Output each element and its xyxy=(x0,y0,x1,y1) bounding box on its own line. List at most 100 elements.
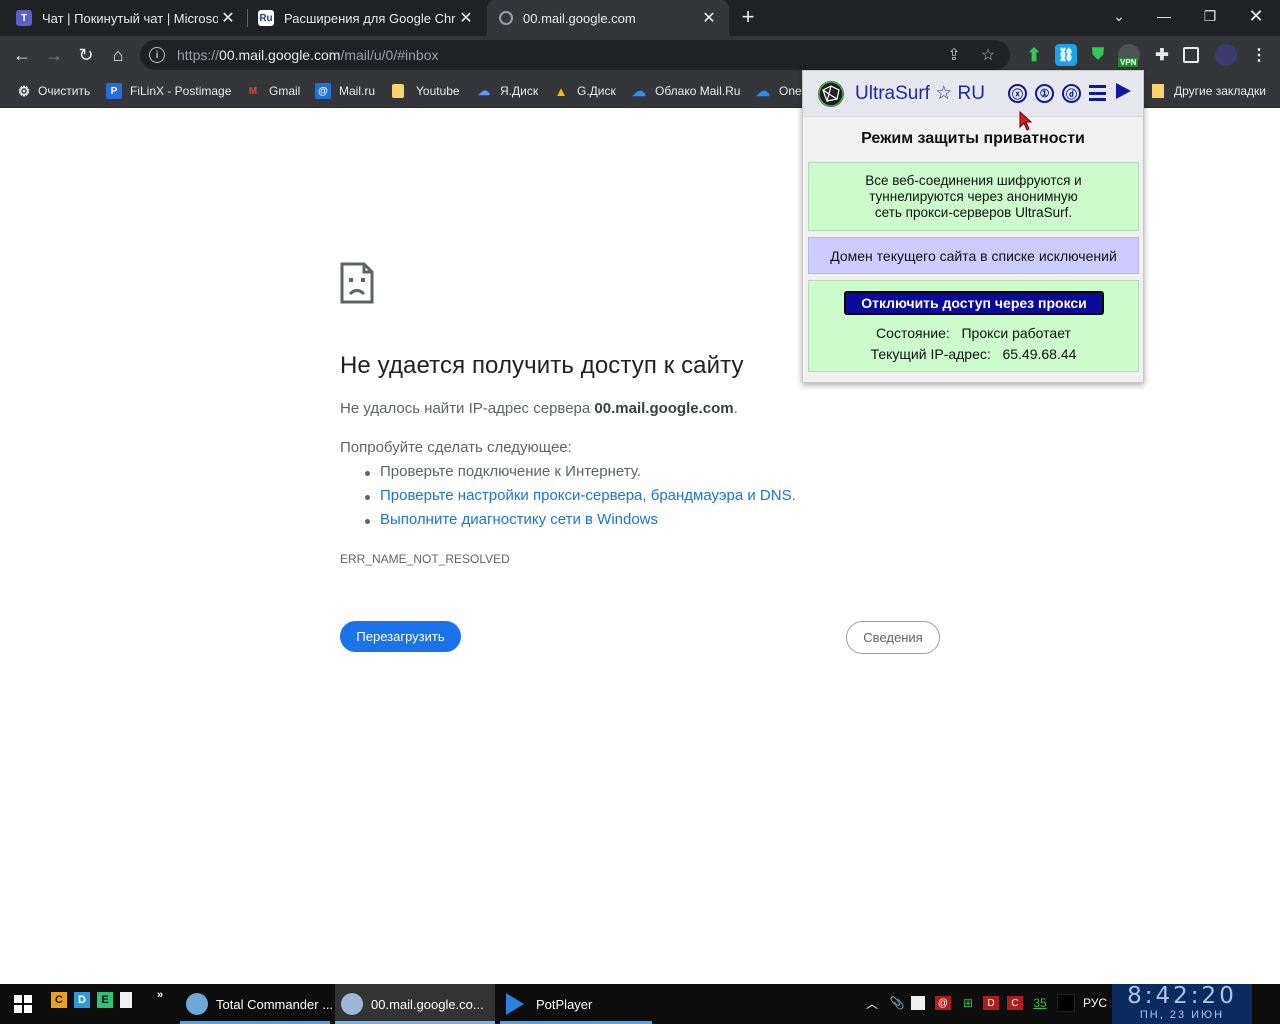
document-icon[interactable] xyxy=(120,992,132,1008)
site-info-icon[interactable]: i xyxy=(149,47,165,63)
details-button[interactable]: Сведения xyxy=(846,621,940,654)
suggestion-run-diagnostics[interactable]: Выполните диагностику сети в Windows xyxy=(365,511,796,535)
clock[interactable]: 8:42:20 ПН, 23 ИЮН xyxy=(1112,983,1252,1024)
windows-start-button[interactable] xyxy=(14,995,32,1013)
side-panel-icon[interactable] xyxy=(1183,47,1199,63)
tray-counter[interactable]: 35 xyxy=(1031,994,1049,1012)
close-circle-icon[interactable]: ⓧ xyxy=(1008,84,1027,103)
cloud-icon: ☁ xyxy=(632,82,646,99)
task-browser[interactable]: 00.mail.google.co... xyxy=(335,984,495,1024)
bookmark-clear[interactable]: ⚙ Очистить xyxy=(16,82,91,100)
bookmark-gdrive[interactable]: ▲ G.Диск xyxy=(553,82,616,100)
forward-button[interactable]: → xyxy=(40,41,68,69)
suggestion-check-connection: Проверьте подключение к Интернету. xyxy=(365,463,796,487)
tab-strip: T Чат | Покинутый чат | Microsoft ✕ Ru Р… xyxy=(0,0,1280,36)
potplayer-icon xyxy=(506,993,524,1015)
reload-button[interactable]: Перезагрузить xyxy=(340,621,461,652)
tray-black-icon[interactable] xyxy=(1057,994,1075,1012)
tab-title: Чат | Покинутый чат | Microsoft xyxy=(42,10,218,26)
close-icon[interactable]: ✕ xyxy=(218,8,238,28)
onedrive-icon: ☁ xyxy=(756,82,770,99)
tray-network-icon[interactable]: ⊞ xyxy=(959,994,977,1012)
tab-chrome-extensions[interactable]: Ru Расширения для Google Chrom ✕ xyxy=(248,0,486,36)
quicklaunch-drive-e[interactable]: E xyxy=(97,992,113,1008)
bookmark-cloud-mailru[interactable]: ☁ Облако Mail.Ru xyxy=(631,82,740,100)
overflow-chevron-icon[interactable]: » xyxy=(152,987,168,1003)
tray-mail-icon[interactable]: @ xyxy=(935,996,951,1010)
tray-d-icon[interactable]: D xyxy=(983,996,999,1010)
taskbar: C D E » Total Commander ... 00.mail.goog… xyxy=(0,983,1280,1024)
folder-icon xyxy=(1152,84,1164,98)
bookmark-yadisk[interactable]: ☁ Я.Диск xyxy=(476,82,538,100)
home-icon[interactable]: ⌂ xyxy=(104,41,132,69)
reload-icon[interactable]: ↻ xyxy=(72,41,100,69)
bookmark-other-folder[interactable]: Другие закладки xyxy=(1152,82,1266,100)
play-icon[interactable] xyxy=(1116,83,1131,99)
language-indicator[interactable]: РУС xyxy=(1083,996,1107,1010)
bookmark-star-icon[interactable]: ☆ xyxy=(978,45,998,65)
link-extension-icon[interactable]: ⛓ xyxy=(1055,44,1077,66)
error-title: Не удается получить доступ к сайту xyxy=(340,352,744,379)
task-potplayer[interactable]: PotPlayer xyxy=(500,984,652,1024)
tray-c-icon[interactable]: C xyxy=(1007,996,1023,1010)
popup-title: UltraSurf ☆ RU xyxy=(855,83,985,104)
tab-title: Расширения для Google Chrom xyxy=(284,10,456,26)
extensions-puzzle-icon[interactable]: ✚ xyxy=(1151,44,1173,66)
profile-avatar[interactable] xyxy=(1215,44,1237,66)
menu-dots-icon[interactable]: ⋮ xyxy=(1248,44,1270,66)
ultrasurf-extension-icon[interactable]: VPN xyxy=(1118,44,1140,67)
bookmark-gmail[interactable]: M Gmail xyxy=(245,82,301,100)
error-host: 00.mail.google.com xyxy=(594,400,734,417)
globe-icon xyxy=(499,11,513,25)
restore-button[interactable]: ❐ xyxy=(1187,0,1233,32)
address-bar[interactable]: i https://00.mail.google.com/mail/u/0/#i… xyxy=(140,40,1010,70)
disable-proxy-button[interactable]: Отключить доступ через прокси xyxy=(844,291,1104,315)
tab-search-chevron-icon[interactable]: ⌄ xyxy=(1096,0,1142,32)
suggestion-list: Проверьте подключение к Интернету. Прове… xyxy=(365,463,796,535)
browser-toolbar: ← → ↻ ⌂ i https://00.mail.google.com/mai… xyxy=(0,36,1280,74)
proxy-settings-link[interactable]: Проверьте настройки прокси-сервера, бран… xyxy=(380,487,796,504)
teams-icon: T xyxy=(16,10,32,26)
tab-title: 00.mail.google.com xyxy=(523,10,636,26)
bookmark-mailru[interactable]: @ Mail.ru xyxy=(315,82,375,100)
tab-teams-chat[interactable]: T Чат | Покинутый чат | Microsoft ✕ xyxy=(0,0,248,36)
browser-icon xyxy=(341,993,363,1015)
quicklaunch-drive-c[interactable]: C xyxy=(51,992,67,1008)
minimize-button[interactable]: — xyxy=(1141,0,1187,32)
error-code: ERR_NAME_NOT_RESOLVED xyxy=(340,552,510,566)
privacy-mode-heading: Режим защиты приватности xyxy=(861,130,1085,147)
gmail-icon: M xyxy=(248,85,258,97)
close-icon[interactable]: ✕ xyxy=(699,8,719,28)
share-icon[interactable]: ⇪ xyxy=(944,45,964,65)
tab-mail-google[interactable]: 00.mail.google.com ✕ xyxy=(487,0,729,36)
url-text[interactable]: https://00.mail.google.com/mail/u/0/#inb… xyxy=(177,47,439,63)
green-arrow-extension-icon[interactable]: ⬆ xyxy=(1023,44,1045,66)
proxy-state: Состояние: Прокси работает xyxy=(876,325,1071,341)
close-window-button[interactable]: ✕ xyxy=(1233,0,1279,32)
shield-extension-icon[interactable]: ⛊ xyxy=(1087,44,1109,66)
network-diagnostics-link[interactable]: Выполните диагностику сети в Windows xyxy=(380,511,658,528)
tray-app-icon[interactable] xyxy=(911,996,925,1010)
bookmark-postimage[interactable]: P FiLinX - Postimage xyxy=(106,82,231,100)
current-ip: Текущий IP-адрес: 65.49.68.44 xyxy=(870,346,1077,362)
quicklaunch-drive-d[interactable]: D xyxy=(74,992,90,1008)
mailru-icon: @ xyxy=(315,83,331,99)
suggestion-check-proxy[interactable]: Проверьте настройки прокси-сервера, бран… xyxy=(365,487,796,511)
bookmark-onedrive[interactable]: ☁ One xyxy=(755,82,802,100)
new-tab-button[interactable]: + xyxy=(738,4,758,29)
info-one-icon[interactable]: ① xyxy=(1035,84,1054,103)
bookmark-youtube[interactable]: Youtube xyxy=(392,82,460,100)
clock-time: 8:42:20 xyxy=(1127,983,1237,1009)
task-total-commander[interactable]: Total Commander ... xyxy=(180,984,333,1024)
yadisk-icon: ☁ xyxy=(478,84,490,98)
d-circle-icon[interactable]: ⓓ xyxy=(1062,84,1081,103)
clock-date: ПН, 23 ИЮН xyxy=(1139,1009,1225,1021)
proxy-status-box: Отключить доступ через прокси Состояние:… xyxy=(808,280,1139,372)
paperclip-icon[interactable]: 📎 xyxy=(888,994,906,1012)
tray-chevron-icon[interactable]: ︿ xyxy=(863,994,881,1012)
close-icon[interactable]: ✕ xyxy=(456,8,476,28)
ultrasurf-logo-icon xyxy=(818,81,844,107)
menu-icon[interactable] xyxy=(1089,85,1106,101)
back-button[interactable]: ← xyxy=(8,41,36,69)
encryption-info-box: Все веб-соединения шифруются и туннелиру… xyxy=(808,162,1139,231)
